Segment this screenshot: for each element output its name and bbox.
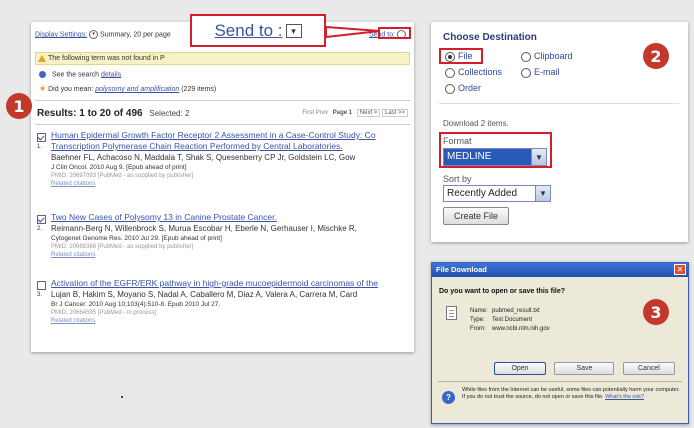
warning-icon — [38, 55, 46, 62]
option-order[interactable]: Order — [445, 83, 481, 94]
result-journal: J Clin Oncol. 2010 Aug 9. [Epub ahead of… — [51, 164, 187, 171]
result-number: 1. — [37, 144, 43, 150]
results-divider-2 — [35, 124, 410, 125]
summary-dropdown[interactable]: Summary, 20 per page — [100, 31, 171, 38]
order-radio[interactable] — [445, 83, 455, 94]
pager-first[interactable]: First — [302, 110, 314, 116]
pager-last[interactable]: Last >> — [381, 109, 408, 117]
destination-divider — [439, 103, 679, 104]
close-icon[interactable]: ✕ — [674, 264, 686, 275]
whats-the-risk-link[interactable]: What's the risk? — [605, 394, 644, 400]
step-1-badge: 1 — [6, 93, 32, 119]
sort-label: Sort by — [443, 174, 472, 184]
open-button[interactable]: Open — [494, 362, 546, 375]
related-citations-link[interactable]: Related citations — [51, 251, 411, 259]
collections-radio[interactable] — [445, 67, 455, 78]
clipboard-radio[interactable] — [521, 51, 531, 62]
create-file-button[interactable]: Create File — [443, 207, 510, 225]
destination-title: Choose Destination — [443, 32, 537, 43]
step-2-badge: 2 — [643, 43, 669, 69]
search-details-line: See the search details — [39, 71, 121, 78]
dialog-divider — [438, 381, 682, 382]
related-citations-link[interactable]: Related citations — [51, 317, 411, 325]
notice-bar: The following term was not found in P — [35, 52, 410, 65]
star-icon: ★ — [39, 84, 47, 93]
option-clipboard[interactable]: Clipboard — [521, 51, 573, 62]
result-item: 1. Human Epidermal Growth Factor Recepto… — [35, 130, 411, 194]
pager-prev[interactable]: Prev — [316, 110, 328, 116]
search-details-link[interactable]: details — [101, 71, 121, 78]
cancel-button[interactable]: Cancel — [622, 362, 675, 375]
download-label: Download 2 items. — [443, 119, 509, 128]
dialog-title: File Download — [436, 265, 487, 274]
sort-select[interactable]: Recently Added ▼ — [443, 185, 551, 202]
document-icon — [446, 306, 457, 320]
notice-text: The following term was not found in P — [48, 55, 165, 62]
results-heading: Results: 1 to 20 of 496 Selected: 2 — [37, 108, 190, 119]
dialog-titlebar: File Download ✕ — [432, 263, 688, 277]
file-type-value: Text Document — [492, 317, 533, 323]
format-highlight — [439, 132, 552, 168]
file-highlight — [439, 48, 483, 64]
send-to-highlight — [378, 27, 411, 39]
related-citations-link[interactable]: Related citations — [51, 180, 411, 188]
summary-dropdown-icon[interactable]: ▾ — [89, 30, 99, 39]
stray-dot — [121, 396, 123, 398]
dialog-buttons: Open Save Cancel — [494, 357, 675, 375]
file-name-value: pubmed_result.txt — [492, 308, 540, 314]
send-to-callout-label: Send to : — [214, 20, 283, 40]
option-collections[interactable]: Collections — [445, 67, 502, 78]
send-to-callout[interactable]: Send to : ▾ — [190, 14, 326, 47]
result-item: 3. Activation of the EGFR/ERK pathway in… — [35, 278, 411, 338]
save-button[interactable]: Save — [554, 362, 615, 375]
dialog-warning: While files from the Internet can be use… — [462, 387, 680, 400]
did-you-mean-line: ★ Did you mean: polysomy and amplificati… — [39, 84, 217, 93]
result-authors: Baehner FL, Achacoso N, Maddala T, Shak … — [51, 153, 356, 162]
file-info: Name: pubmed_result.txt Type: Text Documen… — [470, 308, 550, 332]
email-radio[interactable] — [521, 67, 531, 78]
did-you-mean-link[interactable]: polysomy and amplification — [95, 86, 179, 93]
shield-icon: ? — [442, 391, 455, 404]
dialog-question: Do you want to open or save this file? — [439, 288, 566, 295]
results-divider — [35, 100, 410, 101]
option-email[interactable]: E-mail — [521, 67, 560, 78]
chevron-down-icon[interactable]: ▼ — [535, 186, 550, 201]
result-title[interactable]: Human Epidermal Growth Factor Receptor 2… — [51, 130, 411, 152]
result-journal: Br J Cancer. 2010 Aug 10;103(4):510-8. E… — [51, 301, 221, 308]
result-number: 2. — [37, 226, 43, 232]
result-journal: Cytogenet Genome Res. 2010 Jul 29. [Epub… — [51, 235, 222, 242]
send-to-dropdown-icon[interactable]: ▾ — [285, 23, 302, 38]
result-pmid: PMID: 20697093 [PubMed - as supplied by … — [51, 173, 194, 179]
result-checkbox[interactable] — [37, 215, 46, 224]
result-checkbox[interactable] — [37, 133, 46, 142]
result-pmid: PMID: 20668368 [PubMed - as supplied by … — [51, 244, 194, 250]
result-title[interactable]: Two New Cases of Polysomy 13 in Canine P… — [51, 212, 411, 223]
result-checkbox[interactable] — [37, 281, 46, 290]
step-3-badge: 3 — [643, 299, 669, 325]
info-icon — [39, 71, 46, 78]
file-from-value: www.ncbi.nlm.nih.gov — [492, 326, 550, 332]
result-authors: Lujan B, Hakim S, Moyano S, Nadal A, Cab… — [51, 290, 358, 299]
selected-count: Selected: 2 — [149, 109, 190, 118]
result-title[interactable]: Activation of the EGFR/ERK pathway in hi… — [51, 278, 411, 289]
result-pmid: PMID: 20664595 [PubMed - in process] — [51, 310, 157, 316]
result-item: 2. Two New Cases of Polysomy 13 in Canin… — [35, 212, 411, 268]
results-panel: Display Settings: ▾ Summary, 20 per page… — [31, 22, 414, 352]
result-authors: Reimann-Berg N, Willenbrock S, Murua Esc… — [51, 224, 357, 233]
pager-page[interactable]: Page 1 — [333, 110, 352, 116]
result-number: 3. — [37, 292, 43, 298]
display-settings-link[interactable]: Display Settings: — [35, 31, 87, 38]
pager-next[interactable]: Next > — [356, 109, 381, 117]
file-download-dialog: File Download ✕ Do you want to open or s… — [431, 262, 689, 424]
pager: First Prev Page 1 Next > Last >> — [302, 109, 408, 117]
